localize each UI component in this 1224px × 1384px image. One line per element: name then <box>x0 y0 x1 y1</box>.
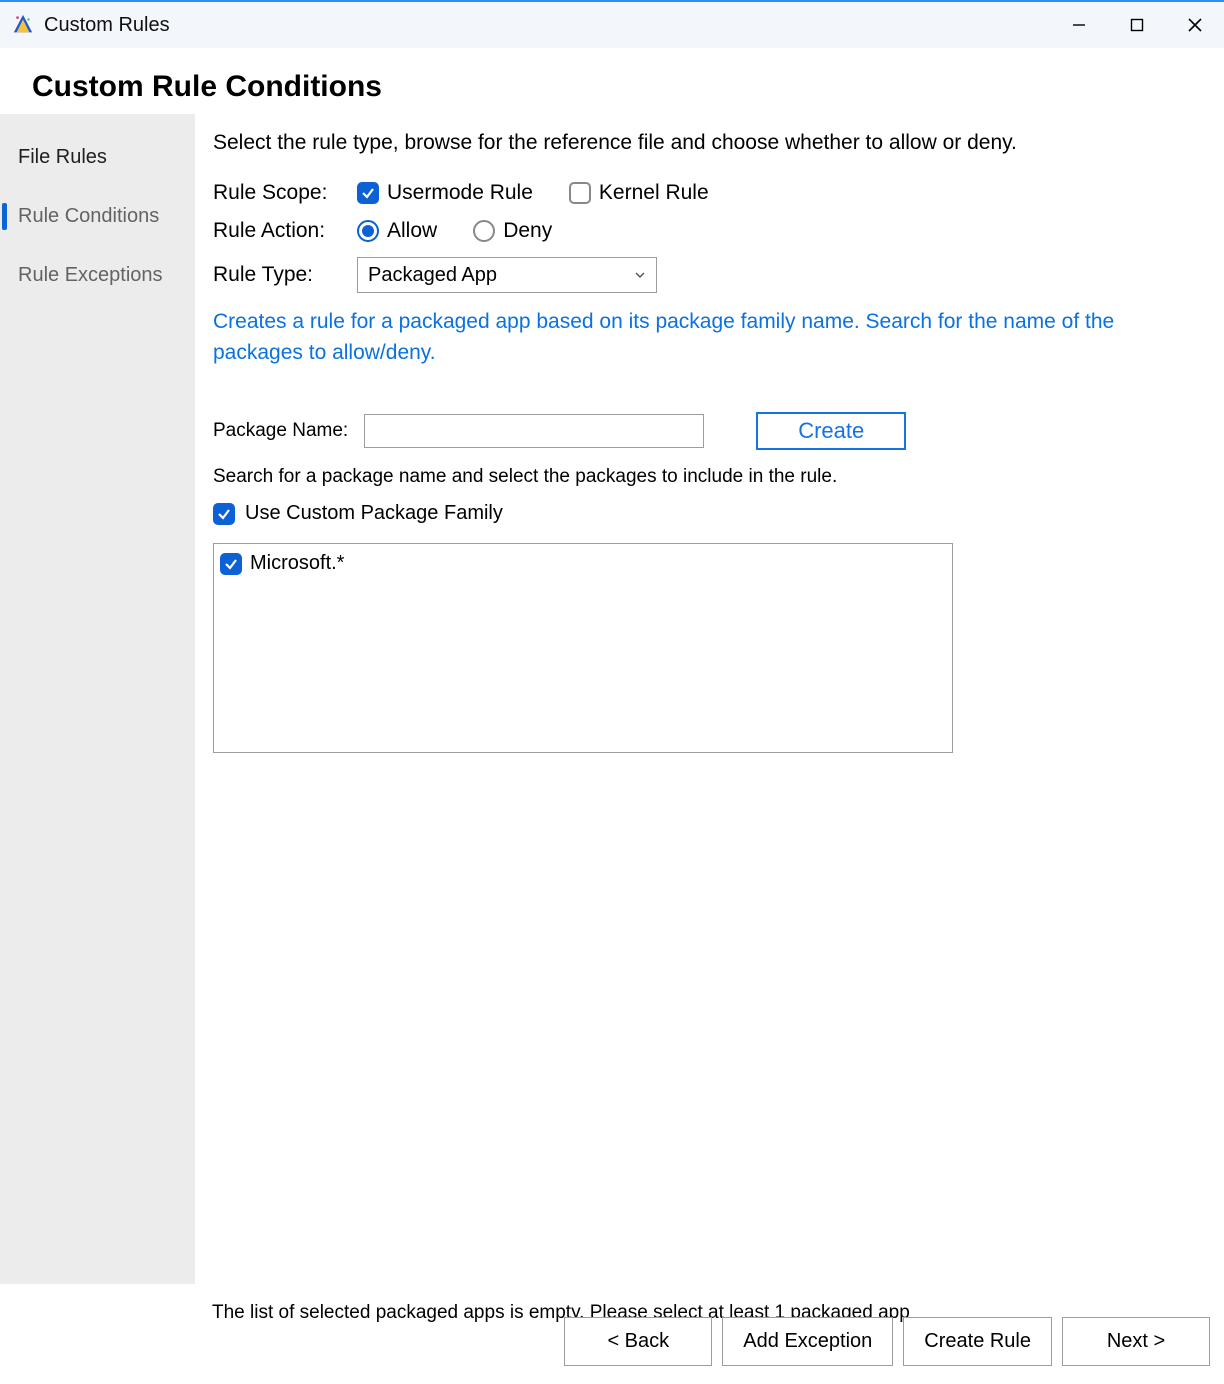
rule-type-help: Creates a rule for a packaged app based … <box>213 307 1202 368</box>
package-name-label: Package Name: <box>213 420 348 442</box>
sidebar-item-rule-exceptions[interactable]: Rule Exceptions <box>0 246 195 305</box>
list-item-label: Microsoft.* <box>250 552 344 575</box>
list-item[interactable]: Microsoft.* <box>220 552 946 575</box>
usermode-rule-checkbox[interactable] <box>357 182 379 204</box>
back-button[interactable]: < Back <box>564 1317 712 1366</box>
window-title: Custom Rules <box>44 14 170 37</box>
close-button[interactable] <box>1166 2 1224 48</box>
page-title: Custom Rule Conditions <box>32 70 1192 104</box>
rule-type-select[interactable]: Packaged App <box>357 257 657 293</box>
title-bar: Custom Rules <box>0 0 1224 48</box>
next-button[interactable]: Next > <box>1062 1317 1210 1366</box>
sidebar: File Rules Rule Conditions Rule Exceptio… <box>0 114 195 1284</box>
content-area: Select the rule type, browse for the ref… <box>195 114 1224 1284</box>
intro-text: Select the rule type, browse for the ref… <box>213 128 1202 157</box>
sidebar-item-rule-conditions[interactable]: Rule Conditions <box>0 187 195 246</box>
use-custom-package-label: Use Custom Package Family <box>245 502 503 525</box>
allow-label: Allow <box>387 219 437 243</box>
app-icon <box>12 14 34 36</box>
allow-radio[interactable] <box>357 220 379 242</box>
chevron-down-icon <box>634 269 646 281</box>
deny-label: Deny <box>503 219 552 243</box>
use-custom-package-checkbox[interactable] <box>213 503 235 525</box>
package-listbox[interactable]: Microsoft.* <box>213 543 953 753</box>
deny-radio[interactable] <box>473 220 495 242</box>
kernel-rule-label: Kernel Rule <box>599 181 709 205</box>
rule-type-label: Rule Type: <box>213 263 343 287</box>
create-package-button[interactable]: Create <box>756 412 906 450</box>
create-rule-button[interactable]: Create Rule <box>903 1317 1052 1366</box>
page-header: Custom Rule Conditions <box>0 48 1224 114</box>
footer-buttons: < Back Add Exception Create Rule Next > <box>0 1317 1224 1366</box>
sidebar-item-file-rules[interactable]: File Rules <box>0 128 195 187</box>
rule-scope-label: Rule Scope: <box>213 181 343 205</box>
rule-action-label: Rule Action: <box>213 219 343 243</box>
usermode-rule-label: Usermode Rule <box>387 181 533 205</box>
minimize-button[interactable] <box>1050 2 1108 48</box>
kernel-rule-checkbox[interactable] <box>569 182 591 204</box>
maximize-button[interactable] <box>1108 2 1166 48</box>
package-search-hint: Search for a package name and select the… <box>213 466 1202 488</box>
list-item-checkbox[interactable] <box>220 553 242 575</box>
rule-type-selected: Packaged App <box>368 264 497 287</box>
package-name-input[interactable] <box>364 414 704 448</box>
add-exception-button[interactable]: Add Exception <box>722 1317 893 1366</box>
